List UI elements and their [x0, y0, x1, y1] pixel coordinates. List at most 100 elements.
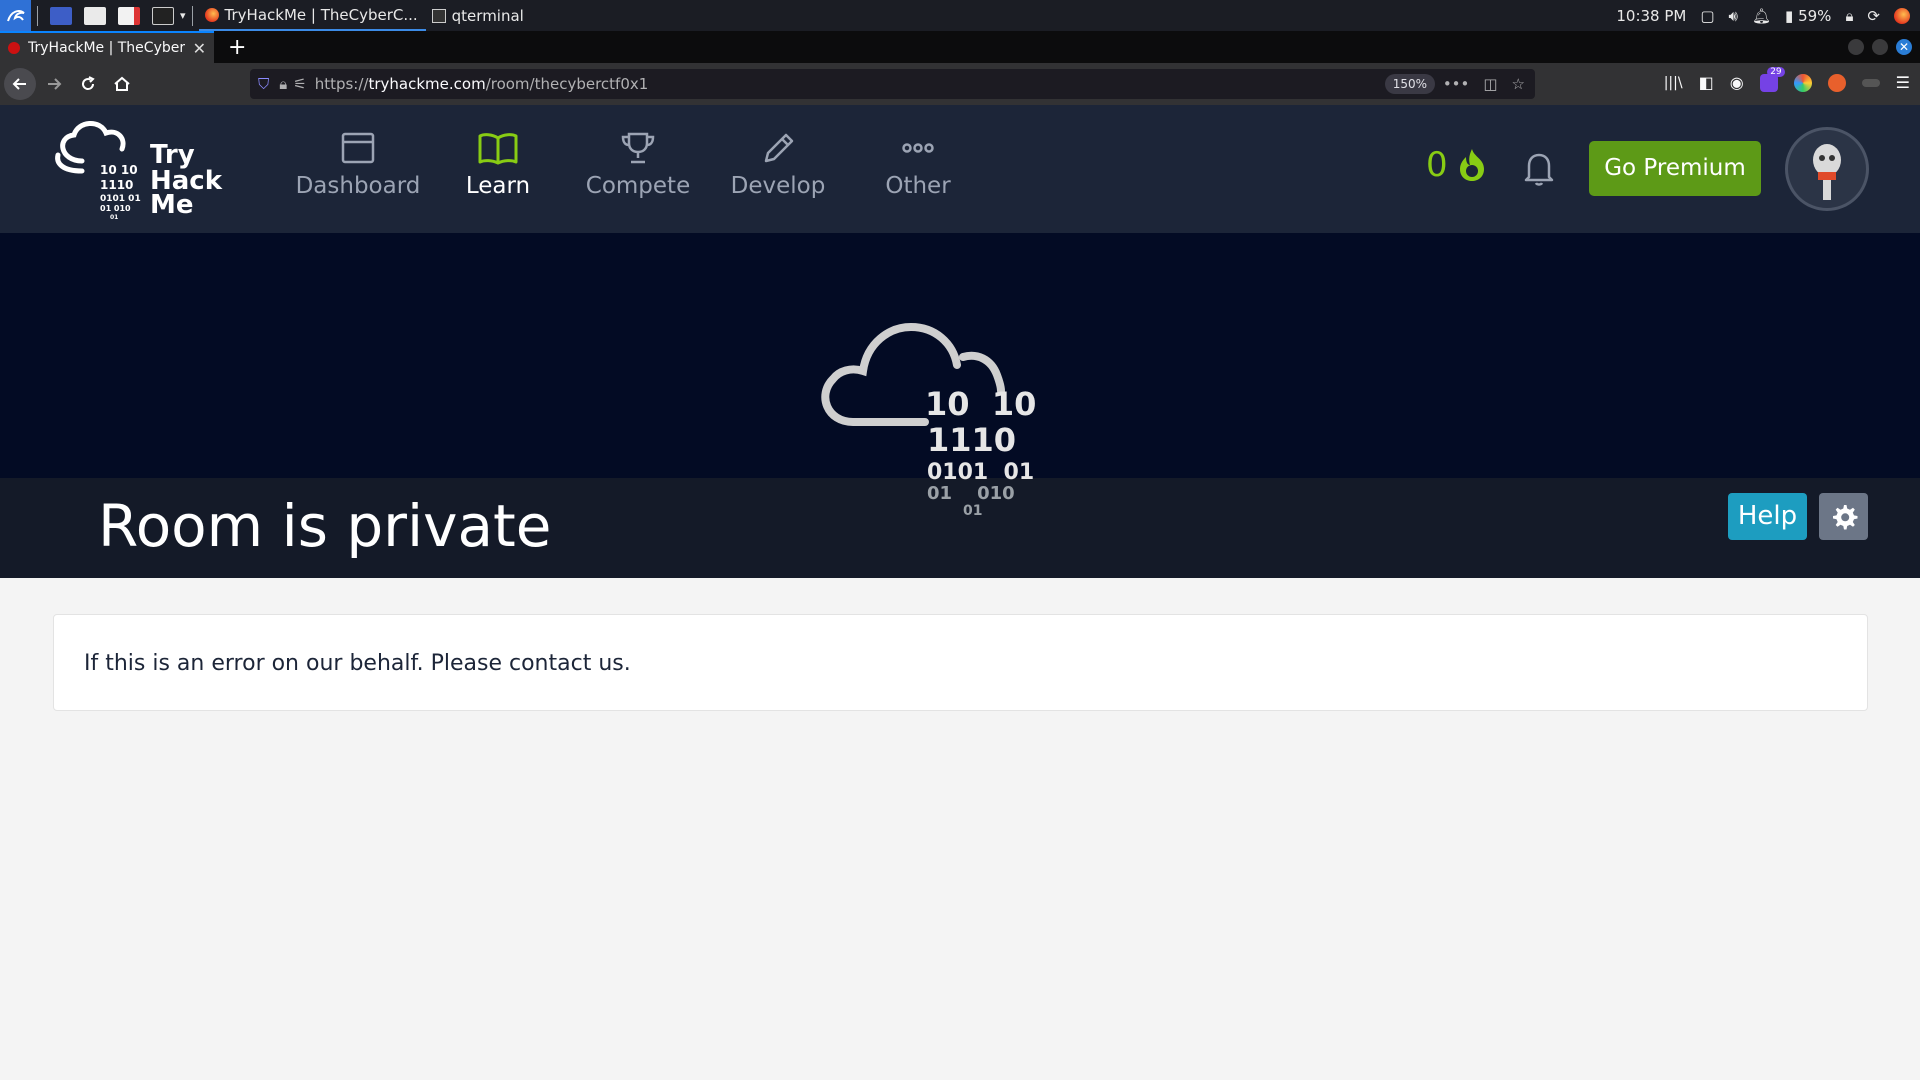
- show-desktop-icon[interactable]: [50, 6, 72, 25]
- reload-icon: [82, 76, 95, 90]
- trophy-icon: [621, 132, 655, 164]
- dashboard-icon: [341, 132, 375, 164]
- browser-tab[interactable]: TryHackMe | TheCyberCTF ✕: [0, 31, 214, 63]
- sidebar-icon[interactable]: ◧: [1699, 73, 1714, 92]
- streak-counter[interactable]: 0: [1426, 145, 1488, 185]
- maximize-button[interactable]: [1872, 39, 1888, 55]
- pocket-icon[interactable]: ◫: [1483, 75, 1497, 93]
- kali-menu-button[interactable]: [0, 0, 31, 31]
- lock-icon[interactable]: 🔒︎: [1845, 7, 1853, 25]
- taskbar-window-label: TryHackMe | TheCyberC...: [224, 5, 418, 24]
- site-header: 10 10 1110 0101 01 01 010 01 Try Hack Me…: [0, 105, 1920, 233]
- tryhackme-favicon: [8, 42, 20, 54]
- taskbar-separator: [191, 5, 193, 26]
- window-controls: ✕: [1848, 39, 1912, 55]
- nav-compete[interactable]: Compete: [568, 105, 708, 233]
- page-actions-icon[interactable]: •••: [1443, 75, 1470, 93]
- go-premium-button[interactable]: Go Premium: [1589, 141, 1761, 196]
- room-settings-button[interactable]: [1819, 493, 1868, 540]
- taskbar-window-terminal[interactable]: qterminal: [426, 0, 532, 31]
- notification-icon[interactable]: 🔔︎: [1752, 7, 1771, 25]
- message-card: If this is an error on our behalf. Pleas…: [53, 614, 1868, 711]
- extension-icon[interactable]: 29: [1759, 66, 1785, 92]
- url-actions: ••• ◫ ☆: [1443, 75, 1525, 93]
- nav-dashboard[interactable]: Dashboard: [288, 105, 428, 233]
- browser-toolbar-right: |||\ ◧ ◉ 29 ☰: [1664, 66, 1910, 92]
- gear-icon: [1832, 504, 1857, 529]
- bookmark-star-icon[interactable]: ☆: [1512, 75, 1525, 93]
- text-editor-icon[interactable]: [118, 6, 140, 25]
- logo-binary: 0101 01: [100, 194, 141, 204]
- close-tab-icon[interactable]: ✕: [193, 39, 206, 58]
- logo-binary: 10 10: [100, 163, 138, 177]
- tracking-protection-icon[interactable]: ⛉: [258, 75, 269, 93]
- url-host: tryhackme.com: [368, 75, 486, 93]
- battery-indicator[interactable]: ▮ 59%: [1785, 7, 1831, 25]
- volume-icon[interactable]: 🔊︎: [1729, 7, 1738, 25]
- library-icon[interactable]: |||\: [1664, 75, 1683, 91]
- nav-label: Dashboard: [295, 173, 421, 199]
- forward-button[interactable]: [38, 68, 70, 100]
- display-icon[interactable]: ▢: [1700, 7, 1714, 25]
- clock[interactable]: 10:38 PM: [1616, 7, 1686, 25]
- reload-button[interactable]: [72, 68, 104, 100]
- extension-badge: 29: [1767, 66, 1785, 77]
- hero-binary: 0101 01: [927, 460, 1034, 485]
- launcher-dropdown-icon[interactable]: ▾: [180, 9, 186, 22]
- page-title: Room is private: [98, 492, 552, 560]
- home-button[interactable]: [106, 68, 138, 100]
- flame-icon: [1459, 149, 1484, 181]
- menu-icon[interactable]: ☰: [1896, 73, 1910, 92]
- browser-tab-bar: TryHackMe | TheCyberCTF ✕ + ✕: [0, 31, 1920, 63]
- logo-text: Me: [150, 190, 194, 219]
- lock-icon[interactable]: 🔒︎: [279, 75, 287, 93]
- back-button[interactable]: [4, 68, 36, 100]
- power-icon[interactable]: ⟳: [1867, 7, 1880, 25]
- main-nav: Dashboard Learn Compete Develop Other: [288, 105, 988, 233]
- minimize-button[interactable]: [1848, 39, 1864, 55]
- file-manager-icon[interactable]: [84, 6, 106, 25]
- new-tab-button[interactable]: +: [228, 35, 246, 60]
- color-picker-icon[interactable]: [1793, 73, 1812, 92]
- account-icon[interactable]: ◉: [1730, 73, 1744, 92]
- cloud-binary-icon: 10 10 1110 0101 01 01 010 01: [821, 322, 1036, 519]
- pencil-icon: [764, 133, 794, 163]
- nav-label: Develop: [730, 173, 826, 199]
- firefox-icon: [204, 7, 219, 22]
- os-taskbar: ▾ TryHackMe | TheCyberC... qterminal 10:…: [0, 0, 1920, 31]
- tab-title: TryHackMe | TheCyberCTF: [28, 40, 185, 56]
- avatar[interactable]: [1785, 127, 1869, 211]
- nav-label: Learn: [465, 173, 531, 199]
- more-icon: [902, 143, 934, 153]
- help-button[interactable]: Help: [1728, 493, 1807, 540]
- browser-nav-bar: ⛉ 🔒︎ ⚟ https://tryhackme.com/room/thecyb…: [0, 63, 1920, 105]
- battery-level: 59%: [1798, 6, 1832, 25]
- zoom-indicator[interactable]: 150%: [1384, 74, 1435, 94]
- logo-binary: 01: [110, 214, 118, 219]
- bell-icon[interactable]: [1522, 149, 1556, 187]
- taskbar-window-label: qterminal: [451, 6, 524, 25]
- url-bar[interactable]: ⛉ 🔒︎ ⚟ https://tryhackme.com/room/thecyb…: [250, 69, 1535, 99]
- hero-binary: 01: [963, 503, 982, 519]
- permissions-icon[interactable]: ⚟: [293, 75, 306, 93]
- private-room-message: If this is an error on our behalf. Pleas…: [84, 651, 631, 676]
- hero-binary: 10 10: [925, 385, 1036, 423]
- battery-icon: ▮: [1785, 6, 1794, 25]
- kali-dragon-icon: [6, 9, 25, 21]
- taskbar-window-firefox[interactable]: TryHackMe | TheCyberC...: [198, 0, 426, 31]
- nav-other[interactable]: Other: [848, 105, 988, 233]
- nav-label: Other: [885, 173, 951, 199]
- nav-develop[interactable]: Develop: [708, 105, 848, 233]
- hero-binary: 01 010: [927, 483, 1015, 504]
- robot-avatar-icon: [1813, 144, 1841, 200]
- nav-learn[interactable]: Learn: [428, 105, 568, 233]
- tryhackme-logo[interactable]: 10 10 1110 0101 01 01 010 01 Try Hack Me: [52, 119, 232, 219]
- streak-count: 0: [1426, 145, 1448, 185]
- foxyproxy-icon[interactable]: [1827, 73, 1846, 92]
- logo-binary: 1110: [100, 178, 133, 192]
- extension-icon[interactable]: [1861, 78, 1880, 87]
- firefox-tray-icon[interactable]: [1894, 7, 1910, 24]
- terminal-icon[interactable]: [152, 6, 174, 25]
- close-window-button[interactable]: ✕: [1896, 39, 1912, 55]
- taskbar-separator: [37, 5, 38, 26]
